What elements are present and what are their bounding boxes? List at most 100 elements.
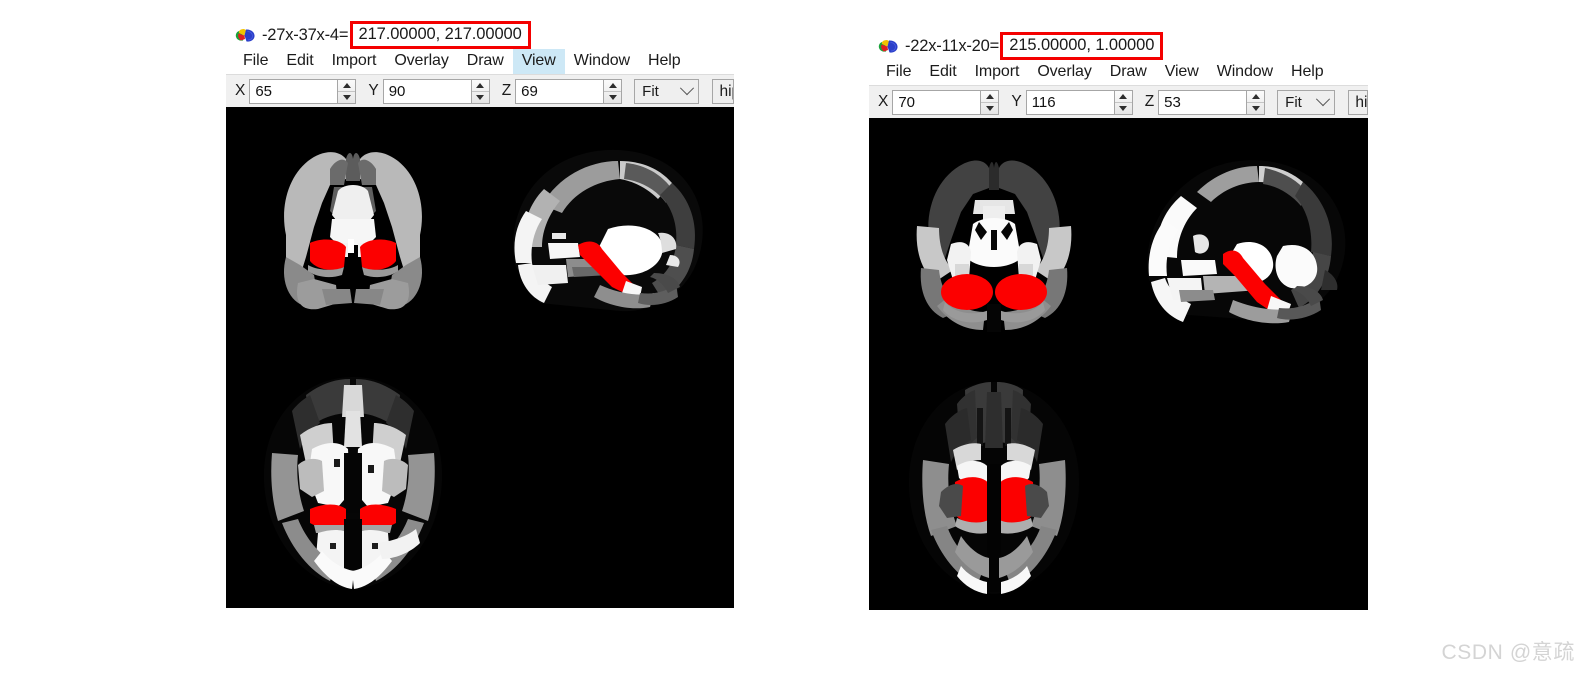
menu-item-window[interactable]: Window [565,49,639,74]
x-coordinate-input[interactable]: 70 [892,89,981,115]
triangle-up-icon [476,82,485,88]
sagittal-view-right[interactable] [1119,118,1368,368]
brain-icon [878,39,898,53]
x-increment-button[interactable] [981,91,998,102]
z-stepper-buttons[interactable] [603,78,623,104]
menu-item-overlay[interactable]: Overlay [1028,60,1100,85]
coronal-view-left[interactable] [226,107,480,361]
triangle-up-icon [1251,93,1260,99]
chevron-down-icon [680,81,695,96]
mricron-window-left[interactable]: -27x-37x-4 = 217.00000, 217.00000 File E… [226,21,734,636]
y-coordinate-input[interactable]: 116 [1025,89,1114,115]
triangle-down-icon [342,94,351,100]
x-stepper-buttons[interactable] [980,89,1000,115]
menu-item-edit[interactable]: Edit [920,60,965,85]
x-coordinate-input[interactable]: 65 [249,78,338,104]
coronal-slice-image [869,118,1119,368]
axial-slice-image [869,368,1119,610]
z-coordinate-stepper[interactable]: 53 [1158,89,1266,115]
menu-item-overlay[interactable]: Overlay [385,49,457,74]
z-axis-label: Z [1144,93,1155,110]
menu-item-view[interactable]: View [512,48,565,74]
empty-view-left [480,361,734,608]
menu-item-draw[interactable]: Draw [458,49,513,74]
chevron-down-icon [1316,92,1331,107]
title-intensity-values: 215.00000, 1.00000 [1000,32,1164,60]
y-coordinate-stepper[interactable]: 90 [382,78,490,104]
y-coordinate-stepper[interactable]: 116 [1025,89,1133,115]
x-stepper-buttons[interactable] [337,78,357,104]
x-coordinate-stepper[interactable]: 65 [249,78,357,104]
z-stepper-buttons[interactable] [1246,89,1266,115]
triangle-up-icon [342,82,351,88]
y-stepper-buttons[interactable] [1113,89,1133,115]
menu-bar[interactable]: File Edit Import Overlay Draw View Windo… [226,48,734,74]
triangle-up-icon [608,82,617,88]
triangle-up-icon [1119,93,1128,99]
z-increment-button[interactable] [604,80,621,91]
triangle-down-icon [985,105,994,111]
title-equals: = [338,25,349,44]
coordinate-toolbar[interactable]: X 65 Y 90 Z 69 Fit hi [226,74,734,107]
zoom-mode-value: Fit [642,82,659,100]
menu-item-view[interactable]: View [1156,60,1208,85]
csdn-watermark: CSDN @意疏 [1441,641,1575,664]
z-increment-button[interactable] [1247,91,1264,102]
z-coordinate-input[interactable]: 53 [1158,89,1247,115]
brain-view-canvas-right[interactable] [869,118,1368,610]
zoom-mode-value: Fit [1285,93,1302,111]
axial-slice-image [226,361,480,608]
y-increment-button[interactable] [472,80,489,91]
brain-icon [235,28,255,42]
menu-item-file[interactable]: File [877,60,920,85]
title-bar: -27x-37x-4 = 217.00000, 217.00000 [226,21,734,49]
triangle-down-icon [608,94,617,100]
menu-item-draw[interactable]: Draw [1101,60,1156,85]
y-increment-button[interactable] [1115,91,1132,102]
title-equals: = [989,36,1000,55]
x-decrement-button[interactable] [338,90,356,103]
triangle-down-icon [476,94,485,100]
layer-name-input[interactable]: hip [712,78,734,104]
menu-item-import[interactable]: Import [323,49,386,74]
triangle-up-icon [985,93,994,99]
z-axis-label: Z [501,82,512,99]
y-stepper-buttons[interactable] [470,78,490,104]
z-decrement-button[interactable] [604,90,622,103]
coordinate-toolbar[interactable]: X 70 Y 116 Z 53 Fit hi [869,85,1368,118]
x-increment-button[interactable] [338,80,355,91]
menu-bar[interactable]: File Edit Import Overlay Draw View Windo… [869,59,1368,85]
coronal-slice-image [226,107,480,361]
axial-view-right[interactable] [869,368,1119,610]
y-axis-label: Y [1011,93,1022,110]
menu-item-file[interactable]: File [234,49,277,74]
menu-item-window[interactable]: Window [1208,60,1282,85]
zoom-mode-dropdown[interactable]: Fit [634,78,700,104]
layer-name-input[interactable]: hip [1348,89,1368,115]
mricron-window-right[interactable]: -22x-11x-20 = 215.00000, 1.00000 File Ed… [869,32,1368,638]
menu-item-import[interactable]: Import [966,60,1029,85]
title-coordinates: -27x-37x-4 [262,25,339,44]
z-decrement-button[interactable] [1247,101,1265,114]
title-intensity-values: 217.00000, 217.00000 [349,21,531,49]
x-decrement-button[interactable] [981,101,999,114]
coronal-view-right[interactable] [869,118,1119,368]
x-coordinate-stepper[interactable]: 70 [892,89,1000,115]
menu-item-help[interactable]: Help [1282,60,1333,85]
brain-view-canvas-left[interactable] [226,107,734,608]
menu-item-help[interactable]: Help [639,49,690,74]
y-coordinate-input[interactable]: 90 [382,78,471,104]
y-decrement-button[interactable] [1114,101,1132,114]
axial-view-left[interactable] [226,361,480,608]
sagittal-view-left[interactable] [480,107,734,361]
y-decrement-button[interactable] [471,90,489,103]
title-bar: -22x-11x-20 = 215.00000, 1.00000 [869,32,1368,60]
triangle-down-icon [1119,105,1128,111]
title-coordinates: -22x-11x-20 [905,36,990,55]
z-coordinate-input[interactable]: 69 [515,78,604,104]
menu-item-edit[interactable]: Edit [277,49,322,74]
zoom-mode-dropdown[interactable]: Fit [1277,89,1336,115]
z-coordinate-stepper[interactable]: 69 [515,78,623,104]
triangle-down-icon [1251,105,1260,111]
x-axis-label: X [878,93,889,110]
